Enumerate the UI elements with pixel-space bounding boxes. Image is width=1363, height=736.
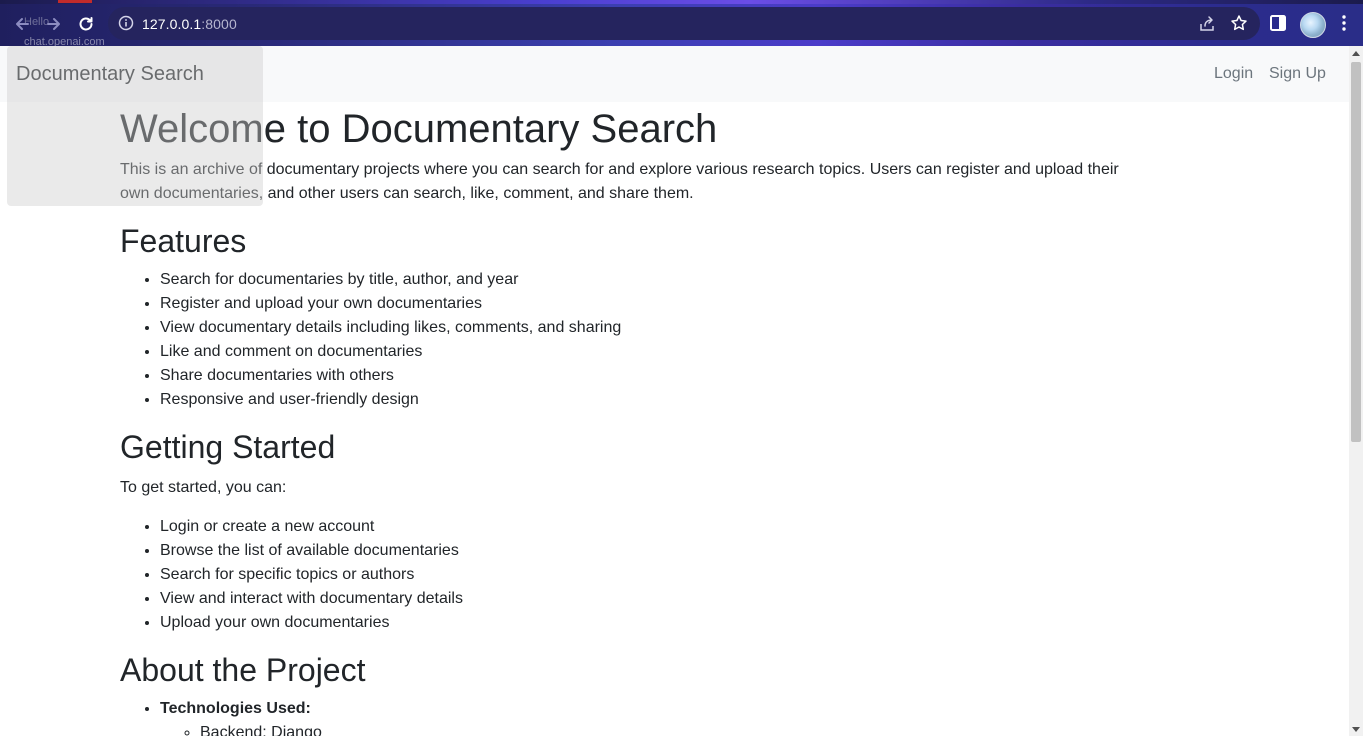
list-item: View documentary details including likes… [160, 316, 621, 340]
scroll-down-arrow[interactable] [1352, 727, 1360, 732]
features-list: Search for documentaries by title, autho… [120, 268, 621, 412]
arrow-right-icon [47, 18, 60, 30]
about-heading: About the Project [120, 652, 366, 688]
browser-toolbar: Hello chat.openai.com 127.0.0.1:8000 [0, 0, 1363, 46]
list-item: Browse the list of available documentari… [160, 539, 463, 563]
share-icon[interactable] [1198, 15, 1216, 33]
list-item: Responsive and user-friendly design [160, 388, 621, 412]
list-item: Upload your own documentaries [160, 611, 463, 635]
list-item: Backend: Django [200, 721, 322, 736]
url-port: :8000 [201, 16, 237, 32]
login-link[interactable]: Login [1214, 65, 1253, 83]
list-item: Like and comment on documentaries [160, 340, 621, 364]
list-item: Search for documentaries by title, autho… [160, 268, 621, 292]
forward-button[interactable] [42, 12, 66, 36]
getting-started-heading: Getting Started [120, 429, 336, 465]
list-item: Search for specific topics or authors [160, 563, 463, 587]
url-host: 127.0.0.1 [142, 16, 202, 32]
side-panel-icon[interactable] [1268, 13, 1288, 33]
tab-strip-fragment [58, 0, 92, 3]
reload-icon [79, 17, 93, 31]
features-heading: Features [120, 223, 247, 259]
intro-paragraph: This is an archive of documentary projec… [120, 161, 1119, 202]
getting-started-intro: To get started, you can: [120, 479, 287, 496]
scrollbar-thumb[interactable] [1351, 62, 1361, 442]
profile-avatar[interactable] [1300, 12, 1326, 38]
vertical-scrollbar[interactable] [1349, 46, 1363, 736]
arrow-left-icon [16, 18, 29, 30]
scroll-up-arrow[interactable] [1352, 51, 1360, 56]
url-text[interactable]: 127.0.0.1:8000 [142, 16, 237, 32]
about-list: Technologies Used: Backend: Django [120, 697, 322, 736]
list-item: View and interact with documentary detai… [160, 587, 463, 611]
reload-button[interactable] [74, 12, 98, 36]
list-item: Register and upload your own documentari… [160, 292, 621, 316]
list-item: Login or create a new account [160, 515, 463, 539]
address-bar[interactable]: 127.0.0.1:8000 [108, 7, 1260, 40]
technologies-list: Backend: Django [160, 721, 322, 736]
back-button[interactable] [10, 12, 34, 36]
list-item: Share documentaries with others [160, 364, 621, 388]
more-menu-icon[interactable] [1336, 13, 1352, 33]
list-item: Technologies Used: Backend: Django [160, 697, 322, 736]
signup-link[interactable]: Sign Up [1269, 65, 1326, 83]
info-icon[interactable] [118, 15, 134, 31]
technologies-label: Technologies Used: [160, 700, 311, 717]
ghost-tab-domain: chat.openai.com [24, 36, 105, 46]
faded-popup-overlay [7, 46, 263, 206]
getting-started-list: Login or create a new account Browse the… [120, 515, 463, 635]
bookmark-star-icon[interactable] [1230, 14, 1248, 32]
